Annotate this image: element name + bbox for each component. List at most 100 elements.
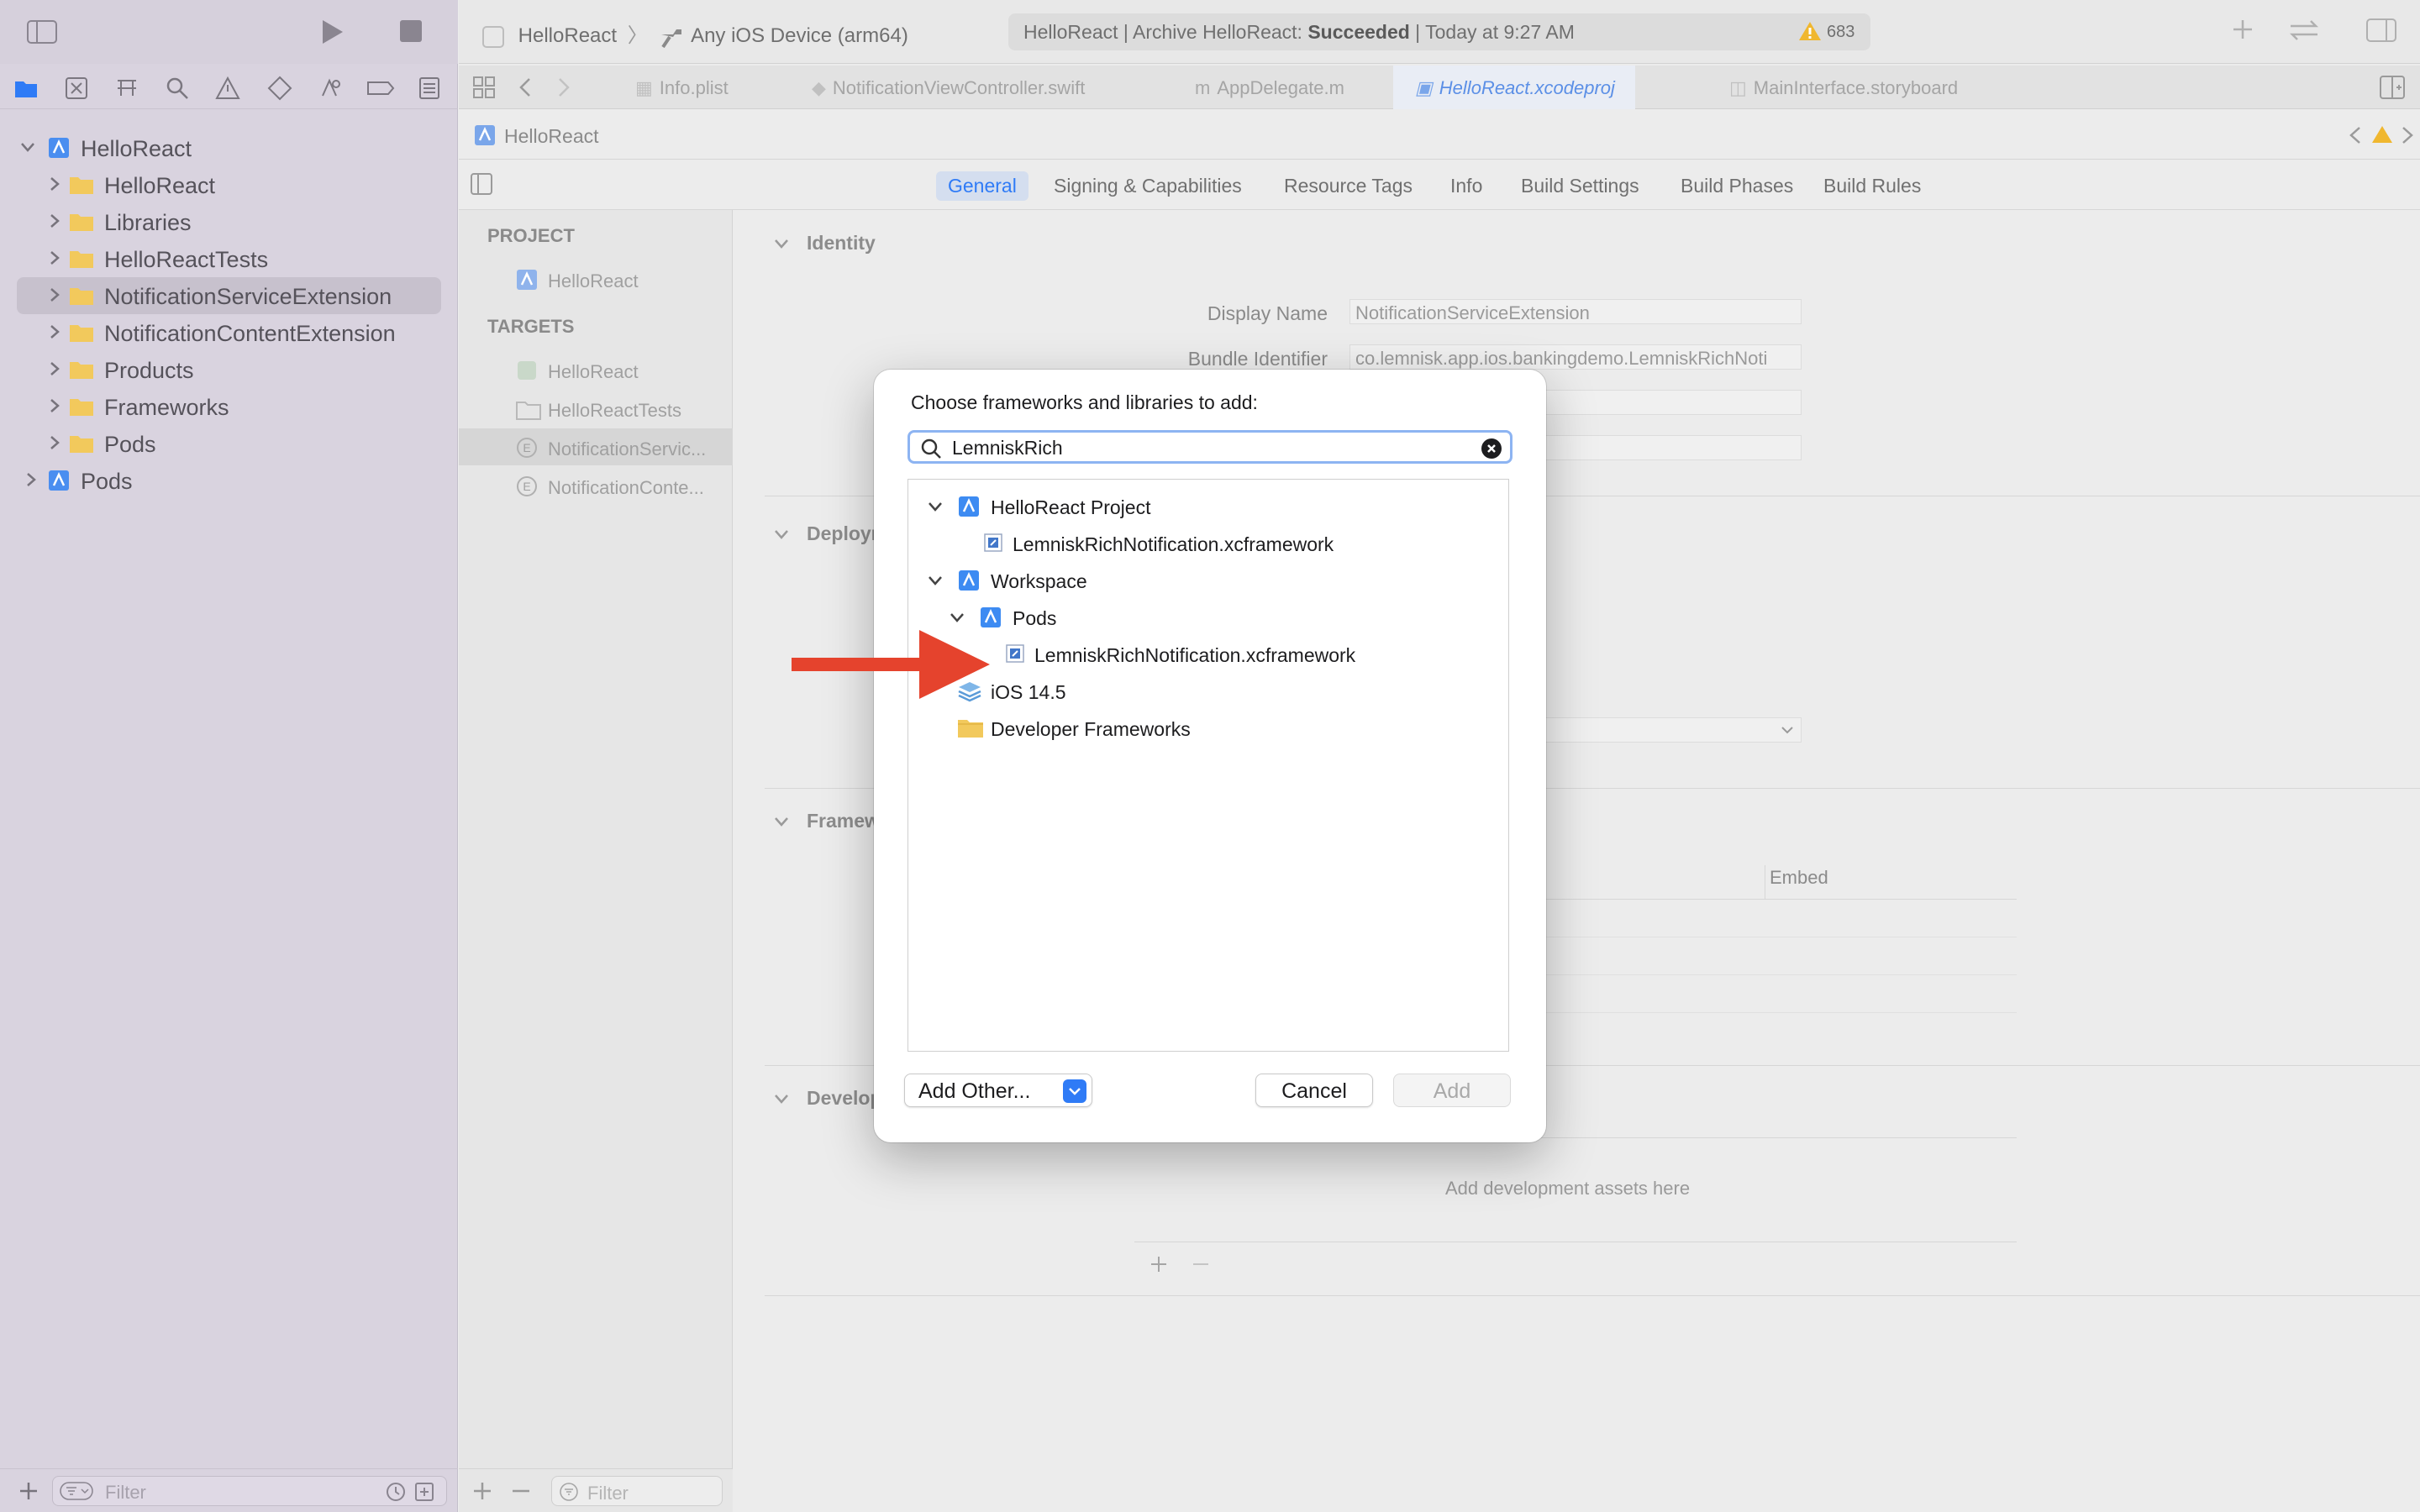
search-input[interactable] [952,436,1456,459]
find-navigator-icon[interactable] [165,76,190,101]
sidebar-item-products[interactable]: Products [0,351,458,388]
tab-build-rules[interactable]: Build Rules [1812,171,1933,201]
related-items-icon[interactable] [472,76,496,99]
run-button[interactable] [319,18,345,45]
chevron-right-icon[interactable] [47,398,62,413]
tab-signing-capabilities[interactable]: Signing & Capabilities [1042,171,1254,201]
chevron-down-icon[interactable] [773,813,790,830]
debug-navigator-icon[interactable] [318,76,343,101]
add-target-icon[interactable] [472,1481,492,1501]
tab-build-phases[interactable]: Build Phases [1669,171,1805,201]
sidebar-item-notificationserviceextension[interactable]: NotificationServiceExtension [0,277,458,314]
navigator-toggle-icon[interactable] [27,20,57,44]
recent-files-icon[interactable] [386,1482,406,1502]
add-icon[interactable] [18,1481,39,1501]
chevron-down-icon[interactable] [773,526,790,543]
chevron-down-icon[interactable] [20,139,35,155]
clear-search-icon[interactable] [1481,438,1502,459]
list-item-xcframework-pods[interactable]: LemniskRichNotification.xcframework [908,636,1508,673]
tab-info[interactable]: Info [1439,171,1494,201]
sidebar-filter-field[interactable]: Filter [52,1476,447,1506]
sidebar-item-frameworks[interactable]: Frameworks [0,388,458,425]
warning-icon[interactable] [1798,20,1822,42]
svg-text:E: E [523,480,530,493]
remove-asset-icon[interactable] [1192,1255,1210,1273]
sidebar-item-helloreact-project[interactable]: HelloReact [0,129,458,166]
sidebar-item-pods-folder[interactable]: Pods [0,425,458,462]
issue-navigator-icon[interactable] [215,76,240,101]
review-changes-icon[interactable] [2287,18,2321,42]
chevron-down-icon[interactable] [773,235,790,252]
tab-appdelegate[interactable]: m AppDelegate.m [1195,66,1344,109]
chevron-right-icon[interactable] [24,472,39,487]
report-navigator-icon[interactable] [417,76,442,101]
project-item[interactable]: HelloReact [459,260,733,297]
source-control-filter-icon[interactable] [414,1482,434,1502]
tab-maininterface-storyboard[interactable]: ◫ MainInterface.storyboard [1729,66,1958,109]
breakpoint-navigator-icon[interactable] [366,76,395,101]
chevron-down-icon[interactable] [949,609,965,626]
tab-build-settings[interactable]: Build Settings [1509,171,1651,201]
list-item-pods[interactable]: Pods [908,599,1508,636]
project-icon [474,124,496,146]
jump-bar-label[interactable]: HelloReact [504,125,599,148]
sidebar-item-pods-project[interactable]: Pods [0,462,458,499]
list-item-ios-sdk[interactable]: iOS 14.5 [908,673,1508,710]
chevron-right-icon[interactable] [47,435,62,450]
warning-icon[interactable] [2371,124,2393,144]
add-asset-icon[interactable] [1150,1255,1168,1273]
chevron-down-icon[interactable] [773,1090,790,1107]
forward-icon[interactable] [555,77,571,97]
symbol-navigator-icon[interactable] [114,76,139,101]
chevron-down-icon[interactable] [927,498,944,515]
popup-chevron-icon [1063,1079,1086,1103]
tab-helloreact-xcodeproj[interactable]: ▣ HelloReact.xcodeproj [1393,66,1635,109]
back-icon[interactable] [518,77,534,97]
targets-filter-field[interactable]: Filter [551,1476,723,1506]
chevron-right-icon[interactable] [47,324,62,339]
list-item-label: iOS 14.5 [991,681,1066,703]
list-item-developer-frameworks[interactable]: Developer Frameworks [908,710,1508,747]
tab-notificationviewcontroller[interactable]: ◆ NotificationViewController.swift [812,66,1085,109]
add-editor-icon[interactable] [2380,76,2405,99]
source-control-navigator-icon[interactable] [64,76,89,101]
targets-list-toggle-icon[interactable] [471,173,492,195]
list-item-helloreact-project[interactable]: HelloReact Project [908,488,1508,525]
target-item-selected[interactable]: E NotificationServic... [459,428,733,465]
add-other-button[interactable]: Add Other... [904,1074,1092,1107]
framework-search-field[interactable] [908,430,1512,464]
tab-resource-tags[interactable]: Resource Tags [1272,171,1424,201]
list-item-xcframework[interactable]: LemniskRichNotification.xcframework [908,525,1508,562]
chevron-right-icon[interactable] [47,213,62,228]
list-item-workspace[interactable]: Workspace [908,562,1508,599]
display-name-field[interactable]: NotificationServiceExtension [1349,299,1802,324]
cancel-button[interactable]: Cancel [1255,1074,1373,1107]
stop-button[interactable] [400,20,422,42]
chevron-right-icon[interactable] [47,287,62,302]
add-button[interactable]: Add [1393,1074,1511,1107]
chevron-right-icon[interactable] [47,250,62,265]
bundle-identifier-field[interactable]: co.lemnisk.app.ios.bankingdemo.LemniskRi… [1349,344,1802,370]
target-item[interactable]: HelloReact [459,351,733,388]
previous-issue-icon[interactable] [2348,126,2363,144]
chevron-right-icon[interactable] [47,176,62,192]
activity-viewer[interactable]: HelloReact | Archive HelloReact: Succeed… [1008,13,1870,50]
chevron-down-icon[interactable] [927,572,944,589]
chevron-right-icon[interactable] [47,361,62,376]
sidebar-item-helloreacttests[interactable]: HelloReactTests [0,240,458,277]
project-icon [957,495,981,518]
target-item[interactable]: E NotificationConte... [459,467,733,504]
sidebar-item-helloreact-folder[interactable]: HelloReact [0,166,458,203]
sidebar-item-libraries[interactable]: Libraries [0,203,458,240]
tab-general[interactable]: General [936,171,1028,201]
next-issue-icon[interactable] [2400,126,2415,144]
test-navigator-icon[interactable] [267,76,292,101]
sidebar-item-notificationcontentextension[interactable]: NotificationContentExtension [0,314,458,351]
library-add-icon[interactable] [2232,18,2254,40]
tab-info-plist[interactable]: ▦ Info.plist [635,66,729,109]
inspector-toggle-icon[interactable] [2366,18,2396,42]
remove-target-icon[interactable] [511,1481,531,1501]
project-navigator-icon[interactable] [13,76,39,101]
scheme-selector[interactable]: HelloReact 〉 Any iOS Device (arm64) [482,18,908,48]
target-item[interactable]: HelloReactTests [459,390,733,427]
